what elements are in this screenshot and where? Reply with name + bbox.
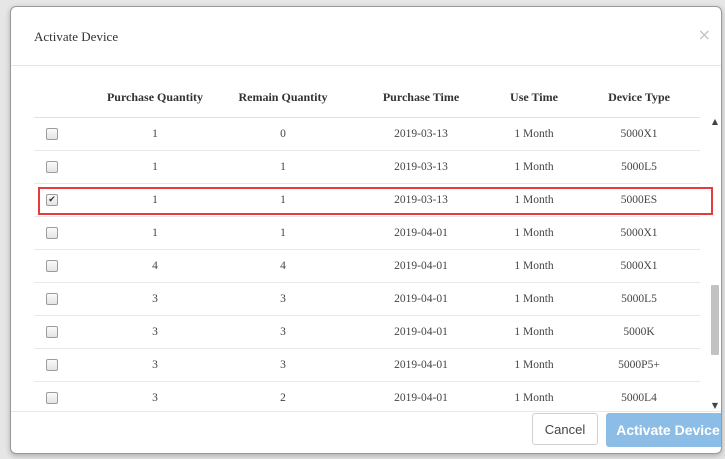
cell-purchase-time: 2019-03-13 xyxy=(394,128,448,140)
cell-remain-quantity: 4 xyxy=(280,260,286,272)
cell-remain-quantity: 3 xyxy=(280,326,286,338)
cell-use-time: 1 Month xyxy=(514,326,554,338)
table-row[interactable]: 3 2 2019-04-01 1 Month 5000L4 xyxy=(34,382,700,410)
cell-device-type: 5000K xyxy=(623,326,655,338)
cell-device-type: 5000ES xyxy=(620,194,658,206)
cell-purchase-quantity: 1 xyxy=(152,227,158,239)
table-row[interactable]: 4 4 2019-04-01 1 Month 5000X1 xyxy=(34,250,700,283)
row-checkbox[interactable] xyxy=(46,227,58,239)
scrollbar-thumb[interactable] xyxy=(711,285,719,355)
table-scrollbar[interactable]: ▲ ▼ xyxy=(710,115,720,413)
header-remain-quantity: Remain Quantity xyxy=(238,89,328,104)
cell-remain-quantity: 1 xyxy=(280,161,286,173)
cell-purchase-quantity: 3 xyxy=(152,359,158,371)
table-row[interactable]: 1 0 2019-03-13 1 Month 5000X1 xyxy=(34,118,700,151)
scroll-up-icon[interactable]: ▲ xyxy=(710,117,720,126)
cell-device-type: 5000P5+ xyxy=(618,359,660,371)
cell-use-time: 1 Month xyxy=(514,227,554,239)
table-row[interactable]: 1 1 2019-03-13 1 Month 5000L5 xyxy=(34,151,700,184)
cell-purchase-quantity: 1 xyxy=(152,128,158,140)
cell-purchase-quantity: 3 xyxy=(152,326,158,338)
cell-use-time: 1 Month xyxy=(514,128,554,140)
cell-use-time: 1 Month xyxy=(514,194,554,206)
cell-purchase-time: 2019-04-01 xyxy=(394,293,448,305)
cell-purchase-quantity: 3 xyxy=(152,392,158,404)
cell-device-type: 5000L5 xyxy=(621,161,657,173)
cell-purchase-time: 2019-03-13 xyxy=(394,194,448,206)
row-checkbox[interactable] xyxy=(46,293,58,305)
cell-purchase-time: 2019-04-01 xyxy=(394,227,448,239)
activate-device-dialog: Activate Device × Purchase Quantity Rema… xyxy=(10,6,722,454)
row-checkbox[interactable] xyxy=(46,161,58,173)
cell-device-type: 5000X1 xyxy=(620,128,658,140)
row-checkbox[interactable] xyxy=(46,392,58,404)
cell-remain-quantity: 1 xyxy=(280,227,286,239)
activate-device-button[interactable]: Activate Device xyxy=(606,413,721,447)
cell-remain-quantity: 3 xyxy=(280,359,286,371)
table-row[interactable]: 3 3 2019-04-01 1 Month 5000P5+ xyxy=(34,349,700,382)
cell-device-type: 5000X1 xyxy=(620,227,658,239)
cell-remain-quantity: 1 xyxy=(280,194,286,206)
cell-purchase-time: 2019-04-01 xyxy=(394,359,448,371)
row-checkbox[interactable] xyxy=(46,260,58,272)
table-header: Purchase Quantity Remain Quantity Purcha… xyxy=(34,77,700,118)
scroll-down-icon[interactable]: ▼ xyxy=(710,401,720,410)
cell-device-type: 5000X1 xyxy=(620,260,658,272)
cell-purchase-time: 2019-04-01 xyxy=(394,260,448,272)
table-row[interactable]: 1 1 2019-04-01 1 Month 5000X1 xyxy=(34,217,700,250)
cell-purchase-quantity: 3 xyxy=(152,293,158,305)
cell-use-time: 1 Month xyxy=(514,392,554,404)
header-purchase-time: Purchase Time xyxy=(382,89,460,104)
row-checkbox[interactable] xyxy=(46,359,58,371)
cell-use-time: 1 Month xyxy=(514,161,554,173)
cell-use-time: 1 Month xyxy=(514,260,554,272)
cell-use-time: 1 Month xyxy=(514,359,554,371)
row-checkbox-checked[interactable]: ✔ xyxy=(46,194,58,206)
row-checkbox[interactable] xyxy=(46,326,58,338)
cell-remain-quantity: 2 xyxy=(280,392,286,404)
cell-purchase-time: 2019-04-01 xyxy=(394,326,448,338)
device-table: Purchase Quantity Remain Quantity Purcha… xyxy=(34,77,717,410)
cell-purchase-quantity: 1 xyxy=(152,161,158,173)
dialog-title: Activate Device xyxy=(34,29,119,44)
cell-remain-quantity: 0 xyxy=(280,128,286,140)
cell-use-time: 1 Month xyxy=(514,293,554,305)
header-purchase-quantity: Purchase Quantity xyxy=(106,89,204,104)
footer-divider xyxy=(11,411,721,412)
table-row[interactable]: 3 3 2019-04-01 1 Month 5000L5 xyxy=(34,283,700,316)
row-checkbox[interactable] xyxy=(46,128,58,140)
header-use-time: Use Time xyxy=(510,89,558,104)
close-icon[interactable]: × xyxy=(698,25,711,44)
cell-remain-quantity: 3 xyxy=(280,293,286,305)
table-row-selected[interactable]: ✔ 1 1 2019-03-13 1 Month 5000ES xyxy=(34,184,700,217)
cell-purchase-quantity: 4 xyxy=(152,260,158,272)
cell-purchase-quantity: 1 xyxy=(152,194,158,206)
cell-purchase-time: 2019-04-01 xyxy=(394,392,448,404)
header-device-type: Device Type xyxy=(608,89,670,104)
table-row[interactable]: 3 3 2019-04-01 1 Month 5000K xyxy=(34,316,700,349)
title-divider xyxy=(11,65,721,66)
cell-purchase-time: 2019-03-13 xyxy=(394,161,448,173)
cancel-button[interactable]: Cancel xyxy=(532,413,598,445)
cell-device-type: 5000L4 xyxy=(621,392,657,404)
cell-device-type: 5000L5 xyxy=(621,293,657,305)
